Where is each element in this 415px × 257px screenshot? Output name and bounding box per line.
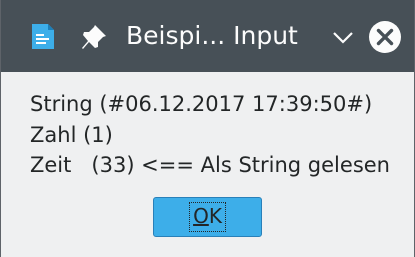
message-line-string: String (#06.12.2017 17:39:50#) bbox=[30, 92, 373, 116]
ok-button-label: OK bbox=[193, 204, 222, 228]
pin-icon[interactable] bbox=[79, 22, 109, 52]
message-line-time: Zeit (33) <== Als String gelesen bbox=[30, 153, 390, 177]
message-line-number: Zahl (1) bbox=[30, 123, 113, 147]
dialog-body: String (#06.12.2017 17:39:50#) Zahl (1) … bbox=[1, 72, 414, 257]
window-title: Beispi... Input bbox=[126, 21, 298, 50]
message-dialog: Beispi... Input String (#06.12.2017 17:3… bbox=[0, 0, 415, 257]
close-icon[interactable] bbox=[368, 20, 402, 54]
app-icon bbox=[32, 24, 54, 49]
ok-button[interactable]: OK bbox=[153, 197, 262, 237]
ok-focus-indicator: OK bbox=[189, 202, 226, 232]
title-bar[interactable]: Beispi... Input bbox=[1, 0, 414, 72]
ok-mnemonic-letter: O bbox=[193, 204, 209, 228]
ok-label-rest: K bbox=[208, 204, 222, 228]
chevron-down-icon[interactable] bbox=[331, 25, 355, 49]
